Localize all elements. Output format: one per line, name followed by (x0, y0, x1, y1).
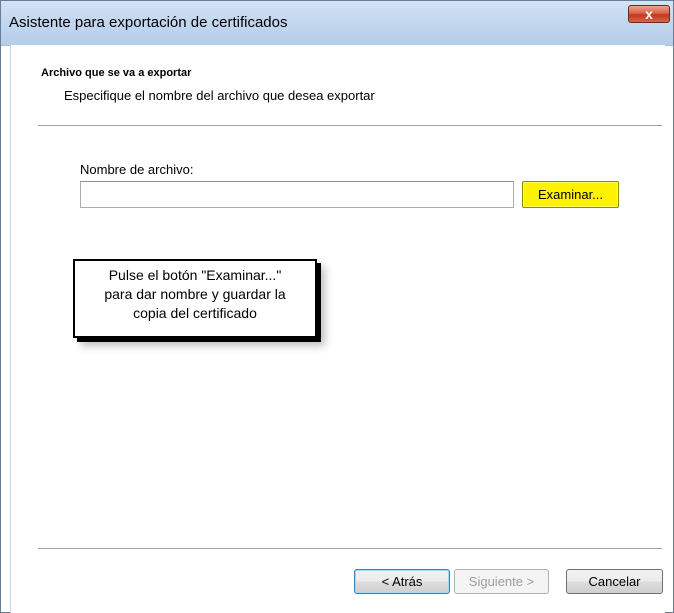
cancel-button[interactable]: Cancelar (566, 569, 663, 594)
header-separator (38, 125, 662, 127)
close-button[interactable]: x (628, 5, 670, 23)
file-name-label: Nombre de archivo: (80, 162, 194, 177)
browse-button[interactable]: Examinar... (522, 181, 619, 208)
callout-line: Pulse el botón "Examinar..." (108, 267, 282, 283)
back-button[interactable]: < Atrás (354, 569, 450, 594)
instruction-callout: Pulse el botón "Examinar..." para dar no… (73, 259, 317, 338)
certificate-export-wizard-window: Asistente para exportación de certificad… (0, 0, 674, 613)
page-header-title: Archivo que se va a exportar (41, 67, 192, 79)
callout-line: para dar nombre y guardar la (104, 286, 286, 302)
callout-line: copia del certificado (133, 305, 257, 321)
page-header-description: Especifique el nombre del archivo que de… (64, 88, 375, 103)
next-button[interactable]: Siguiente > (454, 569, 549, 594)
window-title: Asistente para exportación de certificad… (9, 14, 288, 31)
close-icon: x (645, 6, 653, 22)
title-bar: Asistente para exportación de certificad… (1, 1, 673, 46)
file-name-input[interactable] (80, 181, 514, 208)
footer-separator (38, 548, 662, 550)
